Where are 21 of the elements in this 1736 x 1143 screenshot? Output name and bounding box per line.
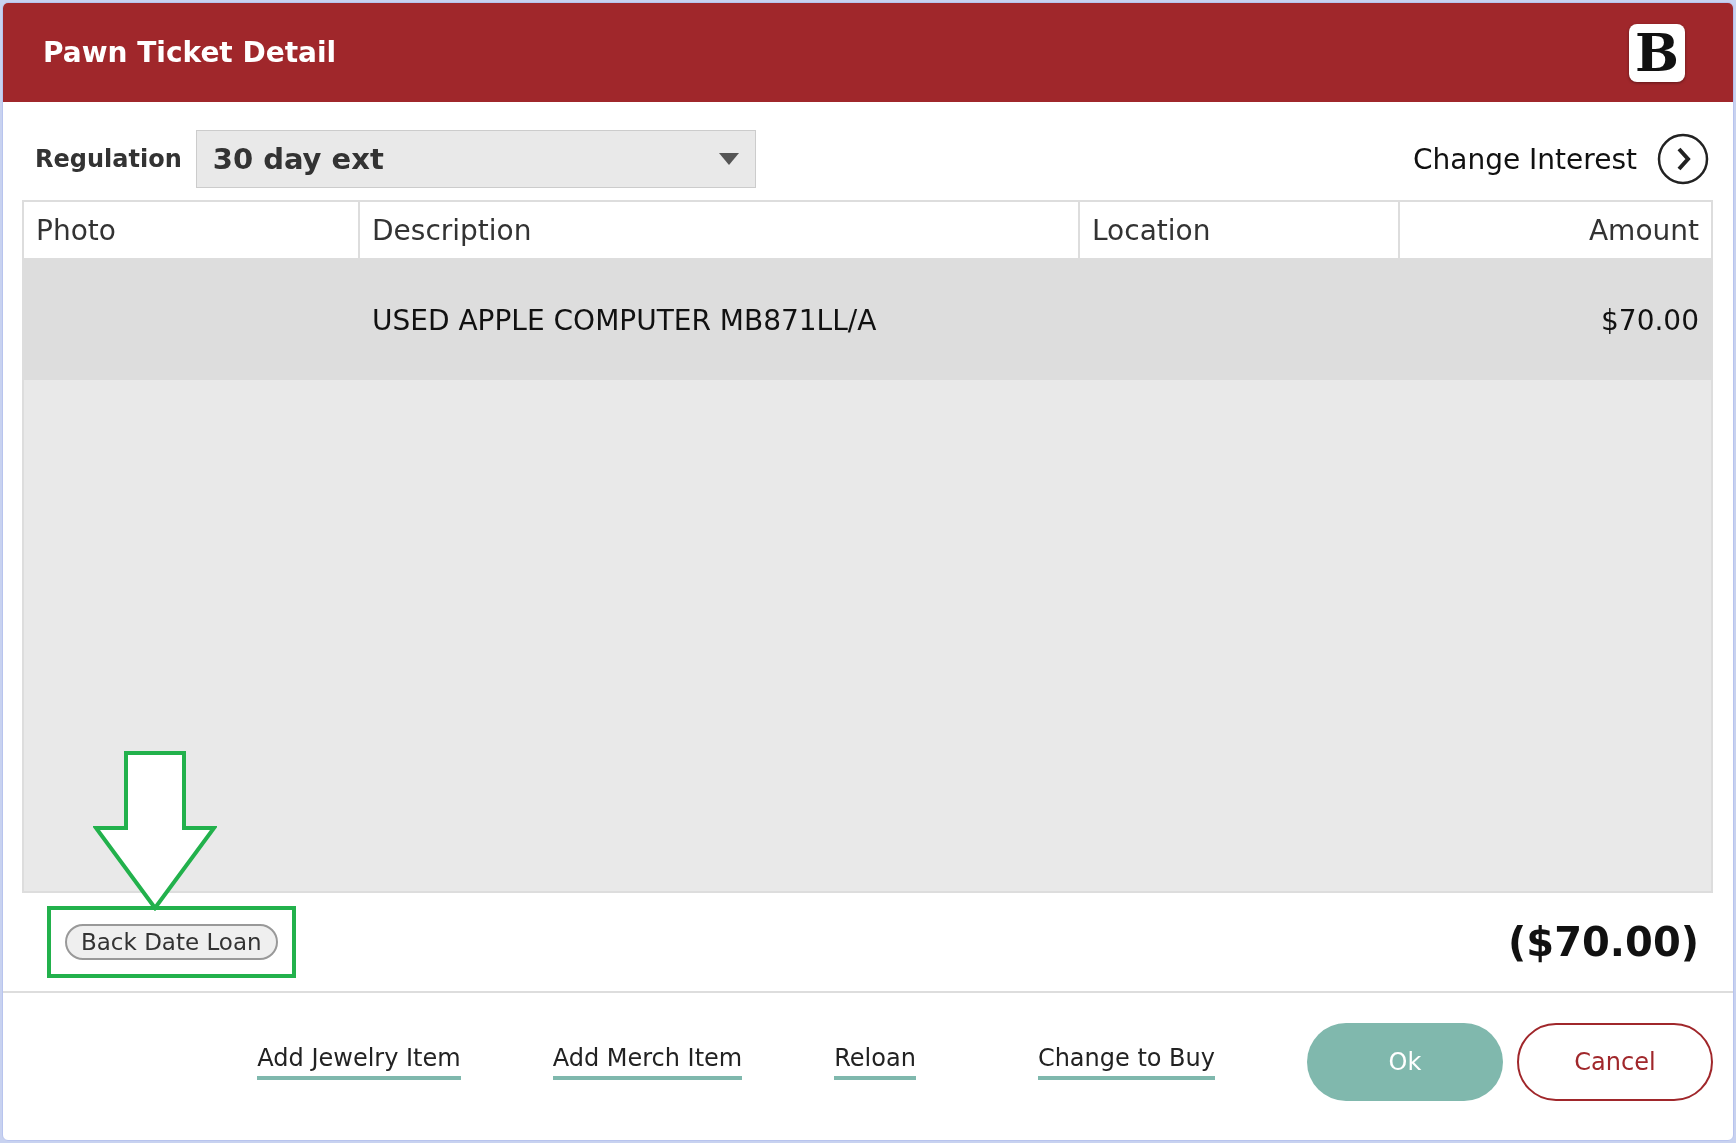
caret-icon bbox=[718, 153, 739, 165]
column-header: Description bbox=[360, 202, 1080, 258]
column-header: Amount bbox=[1587, 212, 1700, 249]
cancel-button[interactable]: Cancel bbox=[1517, 1022, 1713, 1101]
regulation-dropdown[interactable]: 30 day ext bbox=[195, 130, 756, 188]
column-header: Photo bbox=[24, 202, 360, 258]
window-title: Pawn Ticket Detail bbox=[43, 36, 337, 69]
back-date-loan-button[interactable]: Back Date Loan bbox=[65, 924, 278, 960]
table-row[interactable]: USED APPLE COMPUTER MB871LL/A $70.00 bbox=[24, 260, 1711, 380]
table-cell: $70.00 bbox=[1601, 303, 1699, 337]
action-link[interactable]: Add Merch Item bbox=[552, 1043, 743, 1080]
column-header: Location bbox=[1080, 202, 1400, 258]
logo: B bbox=[1629, 23, 1685, 82]
action-link[interactable]: Reloan bbox=[834, 1043, 916, 1080]
table-cell: USED APPLE COMPUTER MB871LL/A bbox=[372, 303, 877, 337]
change-interest-label: Change Interest bbox=[1413, 142, 1637, 176]
action-link[interactable]: Change to Buy bbox=[1037, 1043, 1215, 1080]
regulation-label: Regulation bbox=[35, 145, 182, 173]
chevron-right-icon[interactable] bbox=[1657, 133, 1709, 185]
total-amount: ($70.00) bbox=[1508, 919, 1699, 965]
action-link[interactable]: Add Jewelry Item bbox=[257, 1043, 461, 1080]
